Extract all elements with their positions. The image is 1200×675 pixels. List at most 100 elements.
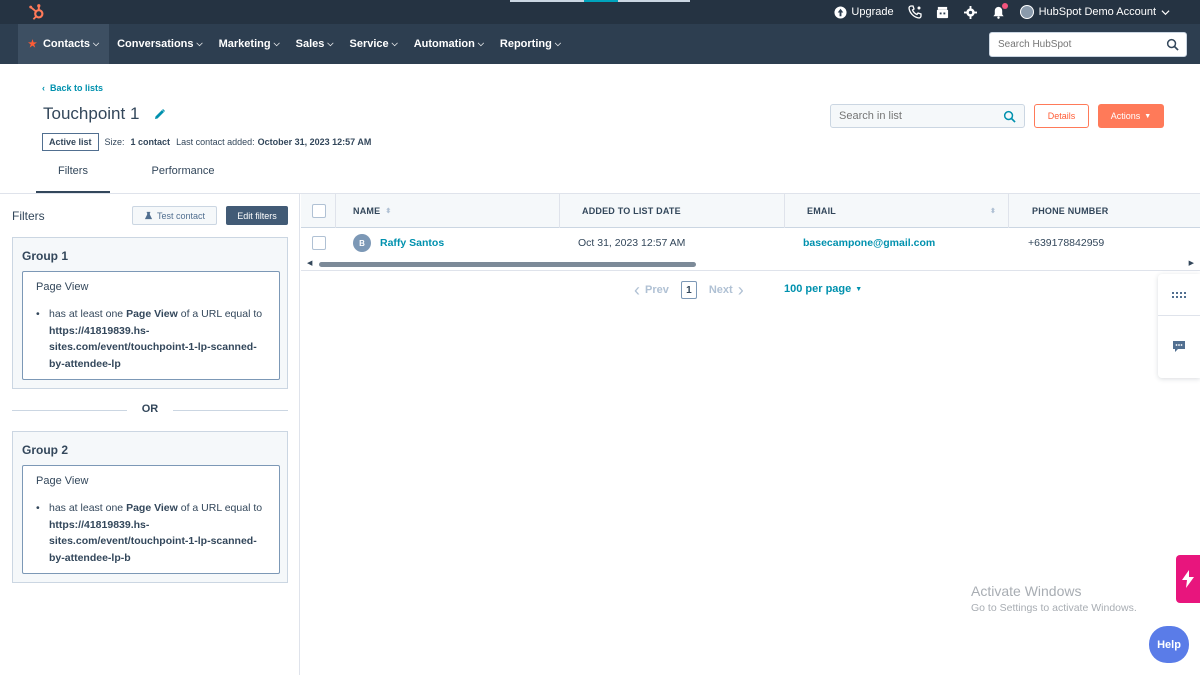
- chat-icon[interactable]: [1171, 338, 1187, 354]
- or-separator: OR: [12, 403, 288, 417]
- upgrade-icon: [834, 5, 847, 19]
- row-select-cell: [312, 228, 326, 258]
- column-header-added-date[interactable]: ADDED TO LIST DATE: [582, 194, 681, 228]
- filter-text: of a URL equal to: [177, 502, 263, 514]
- quick-actions-button[interactable]: [1176, 555, 1200, 603]
- phone-cell: +639178842959: [1028, 237, 1105, 249]
- top-navigation-bar: Upgrade HubSpot Demo Account ★ Contacts …: [0, 0, 1200, 64]
- test-contact-button[interactable]: Test contact: [132, 206, 217, 225]
- select-all-checkbox[interactable]: [312, 204, 326, 218]
- nav-label: Service: [349, 38, 389, 50]
- help-button[interactable]: Help: [1149, 626, 1189, 663]
- actions-label: Actions: [1110, 111, 1141, 121]
- nav-label: Marketing: [218, 38, 271, 50]
- chevron-right-icon[interactable]: ›: [738, 281, 744, 299]
- filter-card[interactable]: Page View • has at least one Page View o…: [22, 465, 280, 574]
- settings-icon[interactable]: [964, 5, 978, 19]
- lightning-icon: [1182, 570, 1194, 588]
- phone-icon[interactable]: [907, 5, 922, 19]
- edit-filters-button[interactable]: Edit filters: [226, 206, 288, 225]
- nav-label: Sales: [295, 38, 325, 50]
- nav-sales[interactable]: Sales ⌵: [288, 24, 342, 64]
- marketplace-icon[interactable]: [936, 5, 950, 19]
- search-icon[interactable]: [1166, 38, 1179, 51]
- nav-contacts[interactable]: ★ Contacts ⌵: [18, 24, 110, 64]
- size-value: 1 contact: [130, 137, 171, 147]
- filter-text: of a URL equal to: [177, 308, 263, 320]
- list-search-box: [830, 104, 1025, 128]
- chevron-down-icon: ⌵: [273, 39, 280, 48]
- page-title: Touchpoint 1: [43, 104, 140, 123]
- chevron-down-icon: ⌵: [554, 39, 561, 48]
- page-number[interactable]: 1: [680, 281, 697, 299]
- list-search-input[interactable]: [831, 105, 991, 127]
- or-label: OR: [141, 403, 159, 415]
- upgrade-label: Upgrade: [851, 6, 894, 18]
- added-date-cell: Oct 31, 2023 12:57 AM: [578, 237, 686, 249]
- notifications-icon[interactable]: [992, 3, 1008, 19]
- chevron-down-icon: [1161, 9, 1170, 15]
- filter-text-bold: Page View: [126, 502, 178, 514]
- nav-marketing[interactable]: Marketing ⌵: [211, 24, 288, 64]
- nav-service[interactable]: Service ⌵: [341, 24, 405, 64]
- chevron-down-icon: ⌵: [477, 39, 484, 48]
- prev-button[interactable]: Prev: [645, 284, 669, 296]
- hubspot-logo-icon[interactable]: [28, 3, 46, 21]
- last-added-label: Last contact added:: [176, 137, 255, 147]
- email-sort-cell: ⬍: [985, 194, 996, 228]
- nav-conversations[interactable]: Conversations ⌵: [109, 24, 211, 64]
- scroll-right-icon[interactable]: ▶: [1189, 259, 1194, 267]
- bullet: •: [36, 502, 40, 514]
- nav-automation[interactable]: Automation ⌵: [406, 24, 492, 64]
- scroll-thumb[interactable]: [319, 262, 696, 267]
- filters-panel: Filters Test contact Edit filters Group …: [0, 194, 300, 675]
- upgrade-button[interactable]: Upgrade: [834, 5, 894, 19]
- top-utility-menu: Upgrade HubSpot Demo Account: [834, 3, 1170, 21]
- sort-icon[interactable]: ⬍: [990, 207, 996, 215]
- actions-button[interactable]: Actions ▼: [1098, 104, 1164, 128]
- tab-filters[interactable]: Filters: [36, 165, 110, 194]
- caret-down-icon: ▼: [1144, 112, 1152, 120]
- scroll-left-icon[interactable]: ◀: [307, 259, 312, 267]
- back-to-lists-link[interactable]: ‹ Back to lists: [42, 83, 103, 93]
- column-header-phone[interactable]: PHONE NUMBER: [1032, 194, 1108, 228]
- details-button[interactable]: Details: [1034, 104, 1089, 128]
- filter-text: has at least one: [49, 502, 127, 514]
- column-label: NAME: [353, 206, 381, 216]
- tab-performance[interactable]: Performance: [130, 165, 236, 194]
- contact-name-cell[interactable]: B Raffy Santos: [353, 228, 444, 258]
- email-cell[interactable]: basecampone@gmail.com: [803, 228, 935, 258]
- pencil-icon[interactable]: [154, 108, 166, 120]
- filter-card[interactable]: Page View • has at least one Page View o…: [22, 271, 280, 380]
- global-search-input[interactable]: [990, 33, 1150, 56]
- caret-down-icon: ▼: [855, 285, 863, 293]
- next-button[interactable]: Next: [709, 284, 733, 296]
- filter-title: Page View: [36, 281, 89, 293]
- beaker-icon: [144, 211, 153, 220]
- filter-group: Group 2 Page View • has at least one Pag…: [12, 431, 288, 583]
- tab-bar: Filters Performance: [36, 165, 236, 194]
- search-icon[interactable]: [1003, 110, 1016, 123]
- avatar: [1019, 5, 1034, 19]
- favorite-star-icon: ★: [28, 38, 37, 50]
- column-header-email[interactable]: EMAIL: [807, 194, 836, 228]
- filter-description: • has at least one Page View of a URL eq…: [36, 306, 271, 372]
- account-menu[interactable]: HubSpot Demo Account: [1019, 5, 1170, 19]
- list-meta: Active list Size: 1 contact Last contact…: [42, 133, 371, 151]
- account-name: HubSpot Demo Account: [1038, 6, 1156, 18]
- select-all-cell: [312, 194, 326, 228]
- nav-reporting[interactable]: Reporting ⌵: [492, 24, 569, 64]
- contact-name: Raffy Santos: [380, 237, 445, 249]
- column-header-name[interactable]: NAME ⬍: [353, 194, 391, 228]
- notification-badge: [1001, 3, 1008, 9]
- grid-icon[interactable]: [1171, 287, 1187, 303]
- side-dock: [1158, 274, 1200, 378]
- watermark-subtitle: Go to Settings to activate Windows.: [971, 602, 1137, 614]
- sort-icon[interactable]: ⬍: [385, 207, 391, 215]
- chevron-left-icon[interactable]: ‹: [634, 281, 640, 299]
- filter-text: has at least one: [49, 308, 127, 320]
- per-page-dropdown[interactable]: 100 per page ▼: [784, 283, 862, 295]
- chevron-down-icon: ⌵: [93, 39, 100, 48]
- row-checkbox[interactable]: [312, 236, 326, 250]
- horizontal-scrollbar[interactable]: ◀ ▶: [307, 259, 1194, 268]
